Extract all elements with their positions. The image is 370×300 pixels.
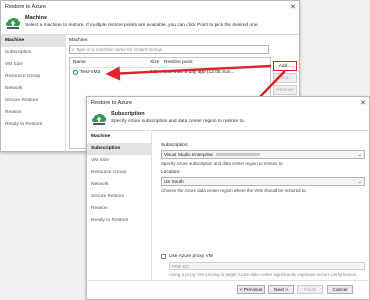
next-button[interactable]: Next > <box>268 285 294 294</box>
wizard-footer: < Previous Next > Finish Cancel <box>87 280 369 299</box>
step-network[interactable]: Network <box>1 83 65 95</box>
cloud-restore-icon <box>6 17 21 29</box>
table-header: Name Size Restore point <box>70 58 270 68</box>
use-proxy-label: Use Azure proxy VM <box>169 254 213 259</box>
wizard-steps: Machine Subscription VM Size Resource Gr… <box>1 35 66 151</box>
step-subscription[interactable]: Subscription <box>87 143 151 155</box>
step-description: Specify Azure subscription and data cent… <box>111 119 245 124</box>
previous-button[interactable]: < Previous <box>237 285 265 294</box>
subscription-value: Visual Studio Enterprise <box>164 152 213 157</box>
step-reason[interactable]: Reason <box>87 203 151 215</box>
row-size: 0 B <box>150 70 158 75</box>
step-resource-group[interactable]: Resource Group <box>87 167 151 179</box>
chevron-down-icon: ⌄ <box>357 179 362 185</box>
search-placeholder: Type in a machine name for instant looku… <box>75 47 163 52</box>
step-title: Machine <box>25 15 48 21</box>
step-title: Subscription <box>111 111 145 117</box>
redacted-text <box>216 153 261 157</box>
close-icon[interactable]: ✕ <box>357 99 369 107</box>
wizard-steps: Machine Subscription VM Size Resource Gr… <box>87 131 152 281</box>
table-row[interactable]: Test-VM2 0 B less than a day ago (12:06 … <box>70 68 270 77</box>
cloud-restore-icon <box>92 113 107 125</box>
step-secure-restore[interactable]: Secure Restore <box>87 191 151 203</box>
location-hint: Choose the Azure data center region wher… <box>161 188 307 193</box>
step-vm-size[interactable]: VM Size <box>87 155 151 167</box>
remove-button[interactable]: Remove <box>273 85 297 95</box>
wizard-header: Subscription Specify Azure subscription … <box>87 109 369 129</box>
vm-icon <box>73 70 78 75</box>
step-machine[interactable]: Machine <box>1 35 65 47</box>
step-machine[interactable]: Machine <box>87 131 151 143</box>
machine-label: Machine: <box>69 38 89 43</box>
step-ready-to-restore[interactable]: Ready to Restore <box>87 215 151 227</box>
step-ready-to-restore[interactable]: Ready to Restore <box>1 119 65 131</box>
step-secure-restore[interactable]: Secure Restore <box>1 95 65 107</box>
location-select[interactable]: UK South ⌄ <box>161 177 365 186</box>
row-name: Test-VM2 <box>80 70 101 75</box>
subscription-label: Subscription: <box>161 143 189 148</box>
add-button[interactable]: Add... <box>273 61 297 71</box>
point-button[interactable]: Point... <box>273 73 297 83</box>
machine-search-input[interactable]: ⌕ Type in a machine name for instant loo… <box>69 45 269 54</box>
window-title: Restore to Azure <box>5 4 46 10</box>
location-label: Location: <box>161 170 181 175</box>
location-value: UK South <box>164 179 184 184</box>
proxy-hint: Using a proxy VM running in target Azure… <box>169 272 358 277</box>
subscription-hint: Specify Azure subscription and data cent… <box>161 161 284 166</box>
chevron-down-icon: ⌄ <box>357 152 362 158</box>
close-icon[interactable]: ✕ <box>287 3 299 11</box>
cancel-button[interactable]: Cancel <box>327 285 353 294</box>
column-name[interactable]: Name <box>73 60 86 65</box>
row-restore-point: less than a day ago (12:06 Sun... <box>164 70 235 75</box>
step-reason[interactable]: Reason <box>1 107 65 119</box>
restore-to-azure-window-front: Restore to Azure ✕ Subscription Specify … <box>86 96 370 300</box>
proxy-select[interactable]: PRE-DC <box>169 262 365 270</box>
wizard-header: Machine Select a machine to restore. If … <box>1 13 299 33</box>
subscription-select[interactable]: Visual Studio Enterprise ⌄ <box>161 150 365 159</box>
window-title: Restore to Azure <box>91 100 132 106</box>
step-resource-group[interactable]: Resource Group <box>1 71 65 83</box>
proxy-value: PRE-DC <box>172 264 190 269</box>
use-proxy-checkbox[interactable] <box>161 254 166 259</box>
title-bar: Restore to Azure ✕ <box>1 1 299 13</box>
search-icon: ⌕ <box>72 47 75 52</box>
step-vm-size[interactable]: VM Size <box>1 59 65 71</box>
step-description: Select a machine to restore. If multiple… <box>25 23 259 28</box>
title-bar: Restore to Azure ✕ <box>87 97 369 109</box>
column-restore-point[interactable]: Restore point <box>164 60 193 65</box>
column-size[interactable]: Size <box>150 60 159 65</box>
step-subscription[interactable]: Subscription <box>1 47 65 59</box>
finish-button[interactable]: Finish <box>297 285 323 294</box>
step-network[interactable]: Network <box>87 179 151 191</box>
